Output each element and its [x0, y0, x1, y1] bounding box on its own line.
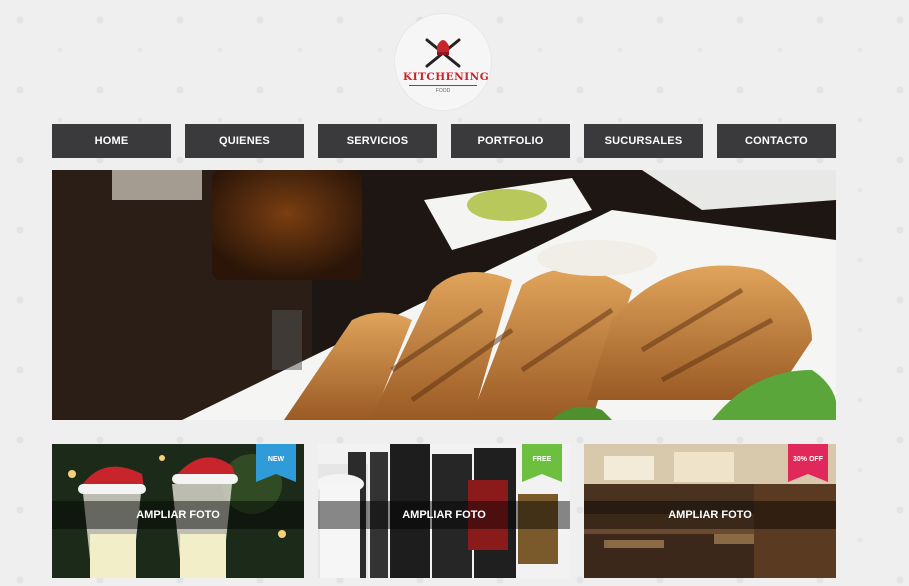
- enlarge-photo-button[interactable]: AMPLIAR FOTO: [318, 501, 570, 529]
- site-logo[interactable]: KITCHENING FOOD: [395, 14, 491, 110]
- nav-item-home[interactable]: HOME: [52, 124, 171, 158]
- nav-item-servicios[interactable]: SERVICIOS: [318, 124, 437, 158]
- enlarge-photo-button[interactable]: AMPLIAR FOTO: [584, 501, 836, 529]
- free-ribbon-badge: FREE: [522, 444, 562, 484]
- logo-underline: [409, 85, 477, 86]
- enlarge-photo-button[interactable]: AMPLIAR FOTO: [52, 501, 304, 529]
- nav-item-portfolio[interactable]: PORTFOLIO: [451, 124, 570, 158]
- ribbon-shape: [522, 444, 562, 482]
- ribbon-shape: [256, 444, 296, 482]
- logo-tagline: FOOD: [435, 88, 451, 94]
- gallery-item-products[interactable]: FREE AMPLIAR FOTO: [318, 444, 570, 578]
- chef-knives-icon: [425, 38, 461, 68]
- logo-brand-text: KITCHENING: [403, 71, 490, 83]
- ribbon-label: 30% OFF: [793, 456, 823, 463]
- nav-item-quienes[interactable]: QUIENES: [185, 124, 304, 158]
- discount-ribbon-badge: 30% OFF: [788, 444, 828, 484]
- main-navigation: HOME QUIENES SERVICIOS PORTFOLIO SUCURSA…: [52, 124, 836, 158]
- gallery-item-restaurant[interactable]: 30% OFF AMPLIAR FOTO: [584, 444, 836, 578]
- ribbon-label: NEW: [267, 456, 285, 463]
- hero-food-image: [52, 170, 836, 420]
- gallery-item-christmas[interactable]: NEW AMPLIAR FOTO: [52, 444, 304, 578]
- nav-item-sucursales[interactable]: SUCURSALES: [584, 124, 703, 158]
- ribbon-label: FREE: [532, 456, 552, 463]
- new-ribbon-badge: NEW: [256, 444, 296, 484]
- ribbon-shape: [788, 444, 828, 482]
- nav-item-contacto[interactable]: CONTACTO: [717, 124, 836, 158]
